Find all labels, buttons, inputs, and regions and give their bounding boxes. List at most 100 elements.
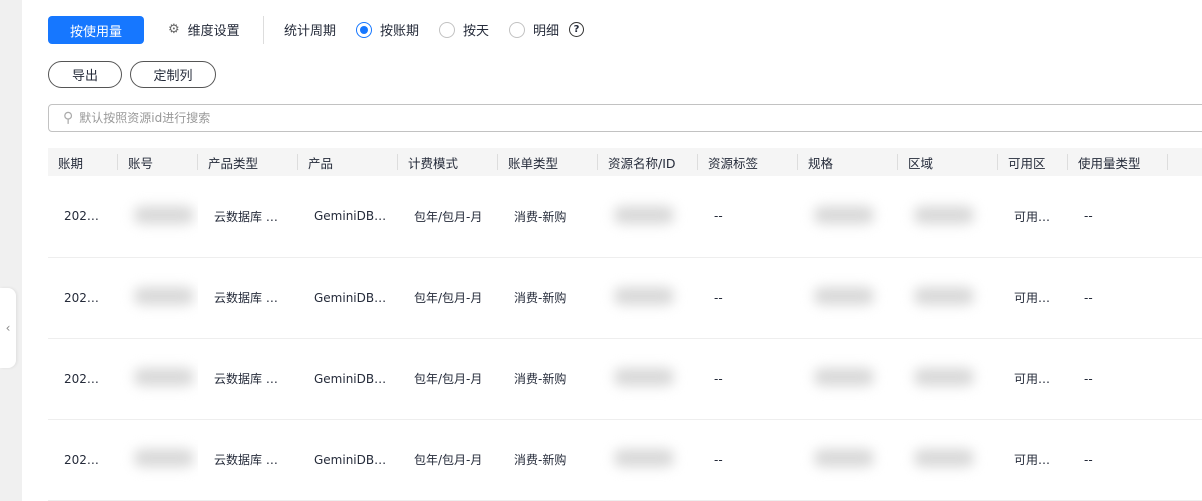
period-selector: 统计周期 按账期 按天 明细 ? xyxy=(284,20,585,39)
table-row[interactable]: 202… 云数据库 … GeminiDB… 包年/包月-月 消费-新购 -- 可用… -- xyxy=(48,257,1202,339)
table-row[interactable]: 202… 云数据库 … GeminiDB… 包年/包月-月 消费-新购 -- 可用… -- xyxy=(48,419,1202,501)
column-header[interactable]: 账期 xyxy=(48,148,118,176)
table-cell xyxy=(898,176,998,258)
table-cell xyxy=(1168,257,1202,339)
table-cell xyxy=(898,338,998,420)
redacted-value xyxy=(814,205,874,224)
usage-table: 账期 账号 产品类型 产品 计费模式 账单类型 资源名称/ID 资源标签 规格 区域 可用区 使用量类… xyxy=(48,148,1202,501)
column-header[interactable]: 规格 xyxy=(798,148,898,176)
radio-circle[interactable] xyxy=(509,21,526,38)
table-cell: 可用… xyxy=(998,176,1068,258)
radio-circle[interactable] xyxy=(439,21,456,38)
divider xyxy=(263,16,264,44)
table-cell: GeminiDB… xyxy=(298,338,398,420)
dimension-settings-button[interactable]: ⚙ 维度设置 xyxy=(168,20,240,39)
redacted-value xyxy=(614,205,674,224)
table-cell: -- xyxy=(1068,257,1168,339)
column-header[interactable]: 账号 xyxy=(118,148,198,176)
usage-button[interactable]: 按使用量 xyxy=(48,16,144,44)
radio-by-bill-period[interactable]: 按账期 xyxy=(356,20,419,39)
help-icon[interactable]: ? xyxy=(569,22,585,37)
table-cell xyxy=(118,176,198,258)
table-cell xyxy=(598,176,698,258)
radio-detail[interactable]: 明细 xyxy=(509,20,559,39)
table-cell xyxy=(798,338,898,420)
table-row[interactable]: 202… 云数据库 … GeminiDB… 包年/包月-月 消费-新购 -- 可用… -- xyxy=(48,338,1202,420)
table-cell xyxy=(1168,338,1202,420)
column-header-empty xyxy=(1168,148,1202,176)
redacted-value xyxy=(814,287,874,305)
search-box[interactable]: ⚲ xyxy=(48,104,1202,132)
table-cell: 云数据库 … xyxy=(198,419,298,501)
table-cell: 202… xyxy=(48,176,118,258)
radio-label: 按账期 xyxy=(380,24,420,39)
redacted-value xyxy=(614,368,674,386)
column-header[interactable]: 区域 xyxy=(898,148,998,176)
radio-circle[interactable] xyxy=(356,21,373,38)
table-cell xyxy=(598,257,698,339)
table-cell: 消费-新购 xyxy=(498,257,598,339)
table-cell: 消费-新购 xyxy=(498,176,598,258)
table-cell: GeminiDB… xyxy=(298,257,398,339)
table-cell: -- xyxy=(1068,176,1168,258)
table-cell: 包年/包月-月 xyxy=(398,419,498,501)
radio-by-day[interactable]: 按天 xyxy=(439,20,489,39)
column-header[interactable]: 账单类型 xyxy=(498,148,598,176)
table-cell: 可用… xyxy=(998,257,1068,339)
table-cell xyxy=(798,419,898,501)
table-cell: 包年/包月-月 xyxy=(398,257,498,339)
table-cell: -- xyxy=(698,338,798,420)
table-cell: 202… xyxy=(48,338,118,420)
table-cell: -- xyxy=(698,419,798,501)
redacted-value xyxy=(814,368,874,386)
collapse-sidebar-button[interactable]: ‹ xyxy=(0,288,16,368)
table-cell: GeminiDB… xyxy=(298,176,398,258)
table-cell: -- xyxy=(1068,419,1168,501)
customize-columns-button[interactable]: 定制列 xyxy=(130,61,216,88)
table-cell xyxy=(1168,419,1202,501)
search-input[interactable] xyxy=(79,111,680,125)
table-cell: 可用… xyxy=(998,338,1068,420)
table-cell xyxy=(798,176,898,258)
redacted-value xyxy=(614,449,674,467)
gear-icon: ⚙ xyxy=(168,22,180,37)
table-cell: -- xyxy=(698,176,798,258)
table-cell: 消费-新购 xyxy=(498,419,598,501)
redacted-value xyxy=(814,449,874,467)
table-row[interactable]: 202… 云数据库 … GeminiDB… 包年/包月-月 消费-新购 -- 可用… -- xyxy=(48,176,1202,258)
table-header: 账期 账号 产品类型 产品 计费模式 账单类型 资源名称/ID 资源标签 规格 区域 可用区 使用量类… xyxy=(48,148,1202,176)
column-header[interactable]: 计费模式 xyxy=(398,148,498,176)
column-header[interactable]: 资源标签 xyxy=(698,148,798,176)
table-cell xyxy=(598,338,698,420)
redacted-value xyxy=(134,449,194,467)
redacted-value xyxy=(134,368,194,386)
dimension-settings-label: 维度设置 xyxy=(187,24,240,39)
table-cell xyxy=(118,338,198,420)
table-cell xyxy=(898,257,998,339)
column-header[interactable]: 使用量类型 xyxy=(1068,148,1168,176)
column-header[interactable]: 产品 xyxy=(298,148,398,176)
redacted-value xyxy=(914,449,974,467)
redacted-value xyxy=(914,368,974,386)
export-button[interactable]: 导出 xyxy=(48,61,122,88)
column-header[interactable]: 产品类型 xyxy=(198,148,298,176)
table-cell xyxy=(1168,176,1202,258)
table-cell: 消费-新购 xyxy=(498,338,598,420)
column-header[interactable]: 资源名称/ID xyxy=(598,148,698,176)
table-cell: 云数据库 … xyxy=(198,176,298,258)
table-cell: 云数据库 … xyxy=(198,338,298,420)
table-cell: 202… xyxy=(48,257,118,339)
period-label: 统计周期 xyxy=(284,24,337,39)
column-header[interactable]: 可用区 xyxy=(998,148,1068,176)
search-icon: ⚲ xyxy=(63,110,74,126)
table-cell: -- xyxy=(1068,338,1168,420)
redacted-value xyxy=(614,287,674,305)
table-cell: GeminiDB… xyxy=(298,419,398,501)
chevron-left-icon: ‹ xyxy=(5,321,11,335)
table-cell xyxy=(118,419,198,501)
table-cell: 包年/包月-月 xyxy=(398,176,498,258)
table-cell: 可用… xyxy=(998,419,1068,501)
table-cell: 包年/包月-月 xyxy=(398,338,498,420)
table-cell xyxy=(598,419,698,501)
redacted-value xyxy=(914,287,974,305)
